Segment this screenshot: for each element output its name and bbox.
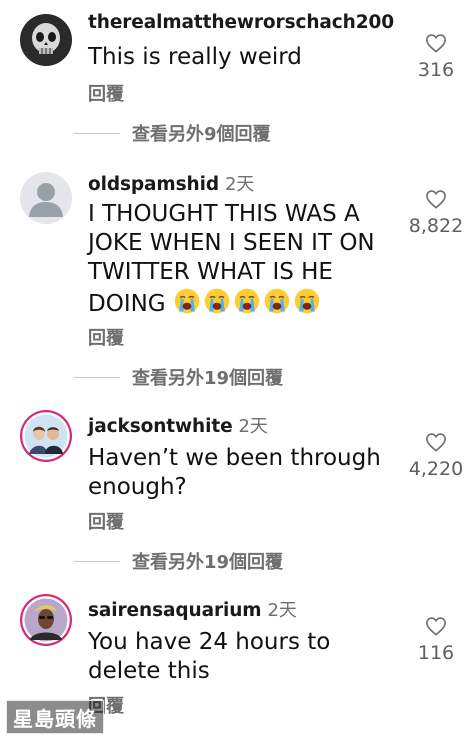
- comment-text-content: This is really weird: [88, 44, 302, 70]
- comment-time: 2天: [267, 600, 297, 621]
- comment-text-content: You have 24 hours to delete this: [88, 629, 331, 684]
- like-count: 8,822: [408, 215, 464, 237]
- comment-username[interactable]: therealmatthewrorschach200: [88, 12, 394, 33]
- like-count: 4,220: [408, 458, 464, 480]
- divider-line: [74, 560, 120, 562]
- like-control[interactable]: 116: [404, 616, 468, 664]
- view-more-replies-label: 查看另外19個回覆: [132, 368, 284, 389]
- heart-icon[interactable]: [425, 33, 447, 53]
- comment-text: You have 24 hours to delete this: [88, 628, 388, 686]
- comment-text-content: Haven’t we been through enough?: [88, 445, 381, 500]
- username-text: oldspamshid: [88, 174, 219, 195]
- comment-username[interactable]: sairensaquarium 2天: [88, 596, 297, 622]
- loudly-crying-face-emoji: [264, 288, 290, 314]
- like-count: 116: [417, 642, 455, 664]
- username-text: jacksontwhite: [88, 416, 233, 437]
- couple-photo-avatar-image: [20, 410, 72, 462]
- heart-icon[interactable]: [425, 189, 447, 209]
- emoji-row: [173, 288, 323, 317]
- view-more-replies-label: 查看另外19個回覆: [132, 552, 284, 573]
- avatar[interactable]: [20, 410, 72, 462]
- divider-line: [74, 376, 120, 378]
- divider-line: [74, 132, 120, 134]
- heart-icon[interactable]: [425, 616, 447, 636]
- reply-button[interactable]: 回覆: [88, 80, 124, 106]
- comment-time: 2天: [224, 174, 255, 195]
- comment-username[interactable]: jacksontwhite 2天: [88, 412, 268, 438]
- comment-item: oldspamshid 2天 I THOUGHT THIS WAS A JOKE …: [0, 160, 474, 360]
- loudly-crying-face-emoji: [174, 288, 200, 314]
- comment-text: This is really weird: [88, 43, 388, 72]
- reply-button[interactable]: 回覆: [88, 324, 124, 350]
- like-count: 316: [417, 59, 455, 81]
- loudly-crying-face-emoji: [294, 288, 320, 314]
- username-text: therealmatthewrorschach200: [88, 12, 395, 33]
- heart-icon[interactable]: [425, 432, 447, 452]
- view-more-replies[interactable]: 查看另外9個回覆: [74, 122, 271, 145]
- comment-item: therealmatthewrorschach200 This is reall…: [0, 0, 474, 110]
- avatar[interactable]: [20, 594, 72, 646]
- comment-username[interactable]: oldspamshid 2天: [88, 170, 254, 196]
- comment-time: 2天: [238, 416, 268, 437]
- comment-item: jacksontwhite 2天 Haven’t we been through …: [0, 404, 474, 534]
- view-more-replies[interactable]: 查看另外19個回覆: [74, 550, 284, 573]
- default-avatar-image: [20, 172, 72, 224]
- like-control[interactable]: 4,220: [404, 432, 468, 480]
- portrait-avatar-image: [20, 594, 72, 646]
- username-text: sairensaquarium: [88, 600, 262, 621]
- reply-button[interactable]: 回覆: [88, 508, 124, 534]
- comment-text: I THOUGHT THIS WAS A JOKE WHEN I SEEN IT…: [88, 200, 388, 319]
- like-control[interactable]: 316: [404, 33, 468, 81]
- avatar[interactable]: [20, 172, 72, 224]
- view-more-replies[interactable]: 查看另外19個回覆: [74, 366, 284, 389]
- like-control[interactable]: 8,822: [404, 189, 468, 237]
- skull-avatar-image: [20, 14, 72, 66]
- watermark-logo: 星島頭條: [6, 700, 104, 734]
- view-more-replies-label: 查看另外9個回覆: [132, 124, 271, 145]
- loudly-crying-face-emoji: [204, 288, 230, 314]
- comment-text: Haven’t we been through enough?: [88, 444, 388, 502]
- loudly-crying-face-emoji: [234, 288, 260, 314]
- avatar[interactable]: [20, 14, 72, 66]
